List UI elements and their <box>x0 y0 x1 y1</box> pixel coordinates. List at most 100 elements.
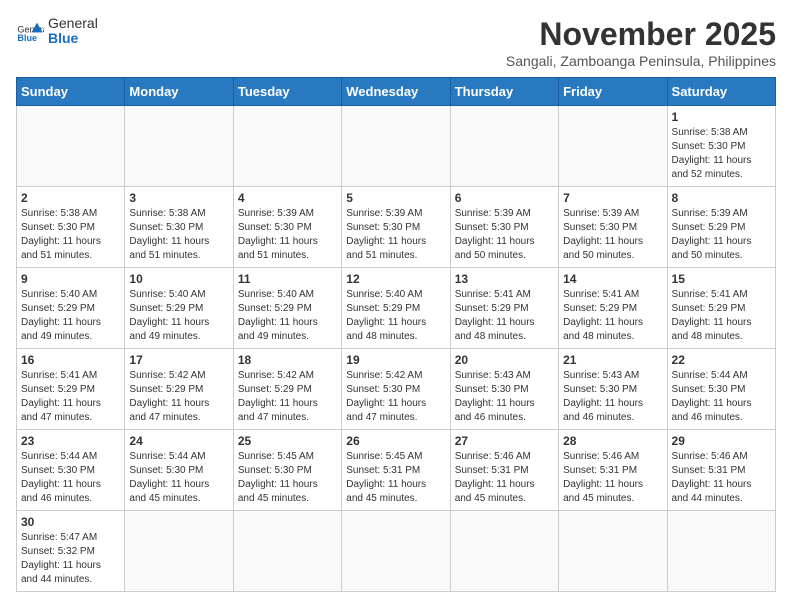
day-info: Sunrise: 5:38 AM Sunset: 5:30 PM Dayligh… <box>129 207 228 263</box>
day-number: 17 <box>129 353 228 367</box>
day-info: Sunrise: 5:39 AM Sunset: 5:30 PM Dayligh… <box>238 207 337 263</box>
day-number: 15 <box>672 272 771 286</box>
calendar-day-cell: 16Sunrise: 5:41 AM Sunset: 5:29 PM Dayli… <box>17 349 125 430</box>
day-number: 14 <box>563 272 662 286</box>
day-info: Sunrise: 5:41 AM Sunset: 5:29 PM Dayligh… <box>563 288 662 344</box>
calendar-day-cell: 28 Sunrise: 5:46 AM Sunset: 5:31 PM Dayli… <box>559 430 667 511</box>
calendar-day-cell: 4 Sunrise: 5:39 AM Sunset: 5:30 PM Daylig… <box>233 187 341 268</box>
calendar-day-cell <box>559 106 667 187</box>
day-number: 29 <box>672 434 771 448</box>
day-number: 20 <box>455 353 554 367</box>
day-number: 1 <box>672 110 771 124</box>
day-info: Sunrise: 5:46 AM Sunset: 5:31 PM Dayligh… <box>563 450 662 506</box>
calendar-day-cell: 2Sunrise: 5:38 AM Sunset: 5:30 PM Daylig… <box>17 187 125 268</box>
day-info: Sunrise: 5:45 AM Sunset: 5:30 PM Dayligh… <box>238 450 337 506</box>
calendar-day-cell: 6 Sunrise: 5:39 AM Sunset: 5:30 PM Daylig… <box>450 187 558 268</box>
calendar-day-cell <box>125 106 233 187</box>
calendar-day-cell: 24 Sunrise: 5:44 AM Sunset: 5:30 PM Dayli… <box>125 430 233 511</box>
day-info: Sunrise: 5:44 AM Sunset: 5:30 PM Dayligh… <box>129 450 228 506</box>
day-info: Sunrise: 5:40 AM Sunset: 5:29 PM Dayligh… <box>21 288 120 344</box>
day-info: Sunrise: 5:42 AM Sunset: 5:29 PM Dayligh… <box>129 369 228 425</box>
calendar-day-cell: 15 Sunrise: 5:41 AM Sunset: 5:29 PM Dayli… <box>667 268 775 349</box>
calendar-day-cell <box>125 511 233 592</box>
calendar-day-cell: 13Sunrise: 5:41 AM Sunset: 5:29 PM Dayli… <box>450 268 558 349</box>
day-info: Sunrise: 5:39 AM Sunset: 5:30 PM Dayligh… <box>455 207 554 263</box>
calendar-week-row: 23 Sunrise: 5:44 AM Sunset: 5:30 PM Dayli… <box>17 430 776 511</box>
calendar-day-cell <box>450 511 558 592</box>
calendar-week-row: 9Sunrise: 5:40 AM Sunset: 5:29 PM Daylig… <box>17 268 776 349</box>
calendar-day-cell: 8 Sunrise: 5:39 AM Sunset: 5:29 PM Daylig… <box>667 187 775 268</box>
calendar-week-row: 2Sunrise: 5:38 AM Sunset: 5:30 PM Daylig… <box>17 187 776 268</box>
day-info: Sunrise: 5:39 AM Sunset: 5:30 PM Dayligh… <box>346 207 445 263</box>
calendar-day-cell <box>667 511 775 592</box>
calendar-day-cell: 9Sunrise: 5:40 AM Sunset: 5:29 PM Daylig… <box>17 268 125 349</box>
day-number: 4 <box>238 191 337 205</box>
day-number: 23 <box>21 434 120 448</box>
calendar-day-cell: 12Sunrise: 5:40 AM Sunset: 5:29 PM Dayli… <box>342 268 450 349</box>
day-number: 11 <box>238 272 337 286</box>
calendar-day-cell: 10 Sunrise: 5:40 AM Sunset: 5:29 PM Dayli… <box>125 268 233 349</box>
logo: General Blue General Blue <box>16 16 98 47</box>
calendar-day-cell: 19Sunrise: 5:42 AM Sunset: 5:30 PM Dayli… <box>342 349 450 430</box>
weekday-header: Friday <box>559 78 667 106</box>
day-number: 27 <box>455 434 554 448</box>
calendar-day-cell <box>450 106 558 187</box>
day-info: Sunrise: 5:46 AM Sunset: 5:31 PM Dayligh… <box>455 450 554 506</box>
calendar-week-row: 16Sunrise: 5:41 AM Sunset: 5:29 PM Dayli… <box>17 349 776 430</box>
svg-text:Blue: Blue <box>17 33 37 43</box>
calendar-day-cell: 7Sunrise: 5:39 AM Sunset: 5:30 PM Daylig… <box>559 187 667 268</box>
day-number: 30 <box>21 515 120 529</box>
calendar-day-cell: 1 Sunrise: 5:38 AM Sunset: 5:30 PM Daylig… <box>667 106 775 187</box>
calendar-table: SundayMondayTuesdayWednesdayThursdayFrid… <box>16 77 776 592</box>
day-info: Sunrise: 5:43 AM Sunset: 5:30 PM Dayligh… <box>563 369 662 425</box>
day-info: Sunrise: 5:44 AM Sunset: 5:30 PM Dayligh… <box>21 450 120 506</box>
weekday-header: Saturday <box>667 78 775 106</box>
day-number: 21 <box>563 353 662 367</box>
day-number: 3 <box>129 191 228 205</box>
day-info: Sunrise: 5:38 AM Sunset: 5:30 PM Dayligh… <box>672 126 771 182</box>
calendar-day-cell: 22 Sunrise: 5:44 AM Sunset: 5:30 PM Dayli… <box>667 349 775 430</box>
day-info: Sunrise: 5:38 AM Sunset: 5:30 PM Dayligh… <box>21 207 120 263</box>
weekday-header: Thursday <box>450 78 558 106</box>
day-info: Sunrise: 5:47 AM Sunset: 5:32 PM Dayligh… <box>21 531 120 587</box>
calendar-week-row: 1 Sunrise: 5:38 AM Sunset: 5:30 PM Daylig… <box>17 106 776 187</box>
day-info: Sunrise: 5:40 AM Sunset: 5:29 PM Dayligh… <box>346 288 445 344</box>
calendar-day-cell: 5Sunrise: 5:39 AM Sunset: 5:30 PM Daylig… <box>342 187 450 268</box>
day-info: Sunrise: 5:43 AM Sunset: 5:30 PM Dayligh… <box>455 369 554 425</box>
calendar-day-cell <box>233 511 341 592</box>
day-number: 28 <box>563 434 662 448</box>
day-info: Sunrise: 5:39 AM Sunset: 5:29 PM Dayligh… <box>672 207 771 263</box>
calendar-day-cell: 25Sunrise: 5:45 AM Sunset: 5:30 PM Dayli… <box>233 430 341 511</box>
weekday-header: Monday <box>125 78 233 106</box>
weekday-header: Sunday <box>17 78 125 106</box>
month-title: November 2025 <box>506 16 776 53</box>
day-number: 26 <box>346 434 445 448</box>
day-number: 24 <box>129 434 228 448</box>
calendar-day-cell: 17 Sunrise: 5:42 AM Sunset: 5:29 PM Dayli… <box>125 349 233 430</box>
logo-text: General Blue <box>48 16 98 47</box>
calendar-day-cell: 14 Sunrise: 5:41 AM Sunset: 5:29 PM Dayli… <box>559 268 667 349</box>
day-number: 18 <box>238 353 337 367</box>
calendar-day-cell: 26Sunrise: 5:45 AM Sunset: 5:31 PM Dayli… <box>342 430 450 511</box>
day-number: 10 <box>129 272 228 286</box>
calendar-week-row: 30 Sunrise: 5:47 AM Sunset: 5:32 PM Dayli… <box>17 511 776 592</box>
day-info: Sunrise: 5:41 AM Sunset: 5:29 PM Dayligh… <box>672 288 771 344</box>
location-subtitle: Sangali, Zamboanga Peninsula, Philippine… <box>506 53 776 69</box>
weekday-header: Wednesday <box>342 78 450 106</box>
day-info: Sunrise: 5:41 AM Sunset: 5:29 PM Dayligh… <box>21 369 120 425</box>
day-number: 22 <box>672 353 771 367</box>
calendar-day-cell: 21 Sunrise: 5:43 AM Sunset: 5:30 PM Dayli… <box>559 349 667 430</box>
calendar-header-row: SundayMondayTuesdayWednesdayThursdayFrid… <box>17 78 776 106</box>
day-number: 19 <box>346 353 445 367</box>
day-number: 8 <box>672 191 771 205</box>
calendar-day-cell <box>342 106 450 187</box>
calendar-day-cell: 30 Sunrise: 5:47 AM Sunset: 5:32 PM Dayli… <box>17 511 125 592</box>
day-info: Sunrise: 5:40 AM Sunset: 5:29 PM Dayligh… <box>129 288 228 344</box>
day-info: Sunrise: 5:44 AM Sunset: 5:30 PM Dayligh… <box>672 369 771 425</box>
day-number: 6 <box>455 191 554 205</box>
title-section: November 2025 Sangali, Zamboanga Peninsu… <box>506 16 776 69</box>
day-info: Sunrise: 5:46 AM Sunset: 5:31 PM Dayligh… <box>672 450 771 506</box>
logo-icon: General Blue <box>16 17 44 45</box>
calendar-day-cell: 27 Sunrise: 5:46 AM Sunset: 5:31 PM Dayli… <box>450 430 558 511</box>
weekday-header: Tuesday <box>233 78 341 106</box>
